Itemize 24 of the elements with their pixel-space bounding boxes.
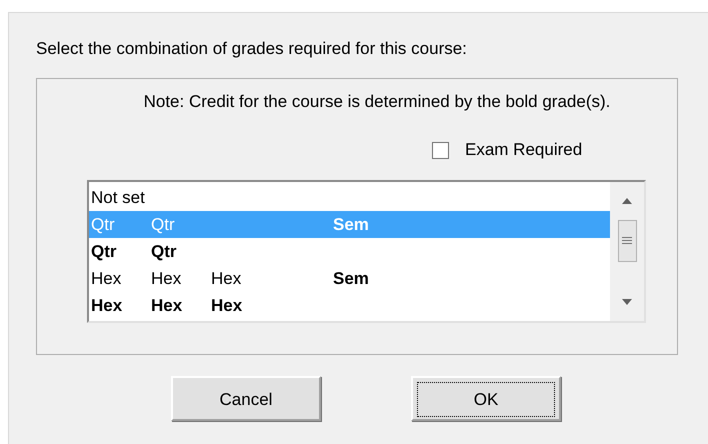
grade-text: Sem [333,268,370,290]
grade-text: Not set [91,187,146,209]
exam-required-checkbox[interactable]: Exam Required [432,135,582,165]
grade-text: Hex [151,268,182,290]
dialog-button[interactable]: OK [411,376,561,421]
grade-text: Hex [211,295,244,317]
dialog-button[interactable]: Cancel [171,376,321,421]
note-text: Note: Credit for the course is determined by the bold grade(s). [142,92,612,113]
grade-text: Qtr [91,214,116,236]
grade-text: Sem [333,214,370,236]
grade-text: Hex [91,295,124,317]
scrollbar[interactable] [610,182,644,321]
scroll-thumb[interactable] [618,220,636,262]
grade-text: Qtr [151,214,176,236]
grade-text: Hex [151,295,184,317]
grade-text: Hex [91,268,122,290]
grade-text: Qtr [91,241,118,263]
scroll-down-icon[interactable] [622,299,632,305]
prompt-text: Select the combination of grades required for this course: [36,39,468,60]
grade-text: Qtr [151,241,178,263]
grade-list[interactable]: Not set Qtr Qtr Sem Qtr Qtr Hex Hex Hex Sem Hex Hex Hex [87,180,646,323]
grip-icon [622,237,632,245]
scroll-up-icon[interactable] [622,198,632,204]
grade-text: Hex [211,268,242,290]
